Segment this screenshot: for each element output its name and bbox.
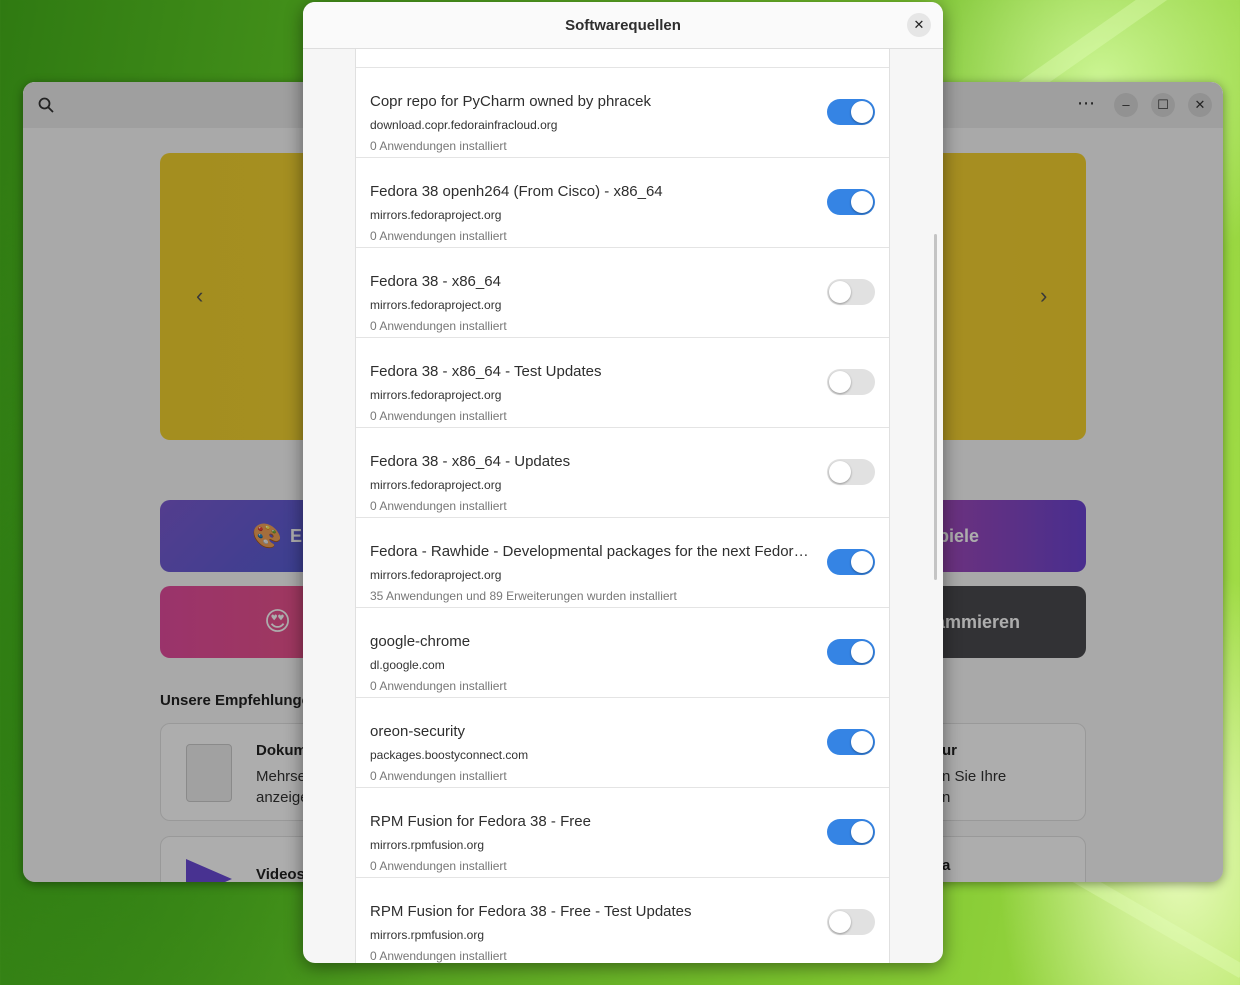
repository-app-count: 35 Anwendungen und 89 Erweiterungen wurd…	[370, 589, 677, 603]
repository-toggle[interactable]	[827, 459, 875, 485]
repository-row: RPM Fusion for Fedora 38 - Free - Test U…	[356, 878, 889, 963]
repository-name: Fedora 38 openh264 (From Cisco) - x86_64	[370, 183, 663, 200]
repository-name: google-chrome	[370, 633, 471, 650]
repository-row: Copr repo for PyCharm owned by phracek d…	[356, 68, 889, 158]
repository-app-count: 0 Anwendungen installiert	[370, 409, 507, 423]
repository-row: oreon-security packages.boostyconnect.co…	[356, 698, 889, 788]
toggle-knob	[829, 911, 851, 933]
toggle-knob	[851, 731, 873, 753]
repository-row: Fedora 38 openh264 (From Cisco) - x86_64…	[356, 158, 889, 248]
repository-host: mirrors.rpmfusion.org	[370, 838, 485, 852]
repository-list: Copr repo for PyCharm owned by phracek d…	[355, 2, 890, 963]
toggle-knob	[851, 641, 873, 663]
repository-row: Fedora - Rawhide - Developmental package…	[356, 518, 889, 608]
repository-app-count: 0 Anwendungen installiert	[370, 769, 507, 783]
repository-toggle[interactable]	[827, 369, 875, 395]
toggle-knob	[851, 551, 873, 573]
repository-name: oreon-security	[370, 723, 466, 740]
repository-row: Fedora 38 - x86_64 - Test Updates mirror…	[356, 338, 889, 428]
toggle-knob	[851, 821, 873, 843]
repository-toggle[interactable]	[827, 729, 875, 755]
repository-host: download.copr.fedorainfracloud.org	[370, 118, 558, 132]
repository-toggle[interactable]	[827, 99, 875, 125]
repository-host: mirrors.fedoraproject.org	[370, 388, 502, 402]
repository-name: RPM Fusion for Fedora 38 - Free - Test U…	[370, 903, 692, 920]
toggle-knob	[829, 281, 851, 303]
repository-host: mirrors.fedoraproject.org	[370, 208, 502, 222]
repository-host: dl.google.com	[370, 658, 445, 672]
toggle-knob	[829, 371, 851, 393]
repository-app-count: 0 Anwendungen installiert	[370, 949, 507, 963]
repository-app-count: 0 Anwendungen installiert	[370, 229, 507, 243]
repository-app-count: 0 Anwendungen installiert	[370, 319, 507, 333]
repository-app-count: 0 Anwendungen installiert	[370, 859, 507, 873]
repository-host: mirrors.rpmfusion.org	[370, 928, 485, 942]
repository-name: Fedora 38 - x86_64	[370, 273, 501, 290]
repository-app-count: 0 Anwendungen installiert	[370, 139, 507, 153]
repository-name: Copr repo for PyCharm owned by phracek	[370, 93, 651, 110]
close-icon[interactable]: ✕	[907, 13, 931, 37]
repository-name: RPM Fusion for Fedora 38 - Free	[370, 813, 591, 830]
repository-toggle[interactable]	[827, 549, 875, 575]
toggle-knob	[851, 191, 873, 213]
repository-name: Fedora 38 - x86_64 - Updates	[370, 453, 571, 470]
repository-toggle[interactable]	[827, 639, 875, 665]
scrollbar[interactable]	[934, 234, 937, 580]
software-sources-dialog: Softwarequellen ✕ Copr repo for PyCharm …	[303, 2, 943, 963]
repository-row: RPM Fusion for Fedora 38 - Free mirrors.…	[356, 788, 889, 878]
repository-host: mirrors.fedoraproject.org	[370, 478, 502, 492]
toggle-knob	[829, 461, 851, 483]
repository-row: Fedora 38 - x86_64 - Updates mirrors.fed…	[356, 428, 889, 518]
repository-app-count: 0 Anwendungen installiert	[370, 499, 507, 513]
repository-toggle[interactable]	[827, 279, 875, 305]
repository-host: packages.boostyconnect.com	[370, 748, 529, 762]
repository-toggle[interactable]	[827, 909, 875, 935]
repository-toggle[interactable]	[827, 189, 875, 215]
toggle-knob	[851, 101, 873, 123]
repository-row: Fedora 38 - x86_64 mirrors.fedoraproject…	[356, 248, 889, 338]
repository-name: Fedora 38 - x86_64 - Test Updates	[370, 363, 602, 380]
dialog-title: Softwarequellen	[565, 17, 681, 34]
repository-app-count: 0 Anwendungen installiert	[370, 679, 507, 693]
repository-toggle[interactable]	[827, 819, 875, 845]
repository-host: mirrors.fedoraproject.org	[370, 298, 502, 312]
repository-host: mirrors.fedoraproject.org	[370, 568, 502, 582]
repository-row: google-chrome dl.google.com 0 Anwendunge…	[356, 608, 889, 698]
repository-name: Fedora - Rawhide - Developmental package…	[370, 543, 810, 560]
dialog-header: Softwarequellen ✕	[303, 2, 943, 49]
